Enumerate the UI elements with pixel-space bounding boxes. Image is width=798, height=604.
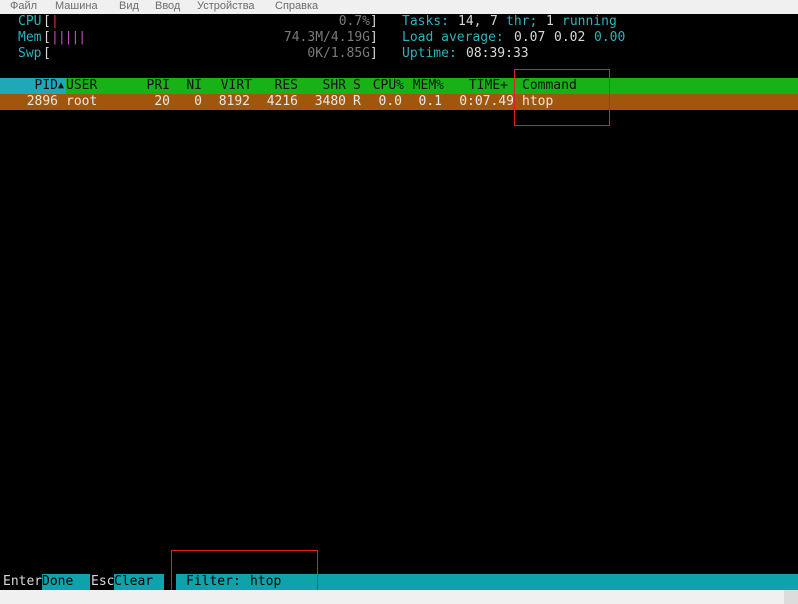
mem-bar: ||||| bbox=[51, 30, 86, 45]
horizontal-scrollbar[interactable] bbox=[0, 590, 784, 604]
tasks-count: 14, bbox=[458, 14, 482, 29]
mem-open-bracket: [ bbox=[43, 30, 51, 45]
swp-label: Swp bbox=[18, 46, 42, 61]
row-res: 4216 bbox=[266, 94, 298, 109]
cpu-open-bracket: [ bbox=[43, 14, 51, 29]
load-5: 0.02 bbox=[554, 30, 586, 45]
menu-devices[interactable]: Устройства bbox=[197, 0, 255, 13]
row-time: 0:07.49 bbox=[459, 94, 514, 109]
swp-close-bracket: ] bbox=[370, 46, 378, 61]
menu-view[interactable]: Вид bbox=[119, 0, 139, 13]
col-ni[interactable]: NI bbox=[180, 78, 202, 94]
col-shr[interactable]: SHR bbox=[310, 78, 346, 94]
mem-close-bracket: ] bbox=[370, 30, 378, 45]
swp-value: 0K/1.85G bbox=[307, 46, 370, 61]
esc-key-label: Esc bbox=[91, 574, 115, 590]
col-pid[interactable]: PID bbox=[26, 78, 58, 94]
tasks-label: Tasks: bbox=[402, 14, 449, 29]
command-highlight-box bbox=[514, 69, 610, 126]
col-cpu[interactable]: CPU% bbox=[368, 78, 404, 94]
load-15: 0.00 bbox=[594, 30, 626, 45]
process-table-header: PID ▲ USER PRI NI VIRT RES SHR S CPU% ME… bbox=[0, 78, 798, 94]
thr-count: 7 bbox=[490, 14, 498, 29]
col-state[interactable]: S bbox=[353, 78, 361, 94]
done-button[interactable]: Done bbox=[42, 574, 90, 590]
cpu-close-bracket: ] bbox=[370, 14, 378, 29]
menu-machine[interactable]: Машина bbox=[55, 0, 98, 13]
cpu-label: CPU bbox=[18, 14, 42, 29]
mem-label: Mem bbox=[18, 30, 42, 45]
menu-file[interactable]: Файл bbox=[10, 0, 37, 13]
row-user: root bbox=[66, 94, 98, 109]
enter-key-label: Enter bbox=[3, 574, 43, 590]
cpu-bar: | bbox=[51, 14, 59, 29]
thr-label: thr; bbox=[506, 14, 538, 29]
col-mem[interactable]: MEM% bbox=[408, 78, 444, 94]
tasks-line: Tasks: 14, 7 thr; 1 running bbox=[402, 14, 798, 30]
clear-button[interactable]: Clear bbox=[114, 574, 164, 590]
menu-bar: Файл Машина Вид Ввод Устройства Справка bbox=[0, 0, 798, 14]
swp-open-bracket: [ bbox=[43, 46, 51, 61]
table-row[interactable]: 2896 root 20 0 8192 4216 3480 R 0.0 0.1 … bbox=[0, 94, 798, 110]
load-label: Load average: bbox=[402, 30, 504, 45]
load-line: Load average: 0.07 0.02 0.00 bbox=[402, 30, 798, 46]
col-res[interactable]: RES bbox=[262, 78, 298, 94]
uptime-value: 08:39:33 bbox=[466, 46, 529, 61]
scrollbar-corner bbox=[784, 590, 798, 604]
load-1: 0.07 bbox=[514, 30, 546, 45]
row-pri: 20 bbox=[154, 94, 170, 109]
cpu-value: 0.7% bbox=[338, 14, 370, 29]
row-mem: 0.1 bbox=[418, 94, 442, 109]
mem-value: 74.3M/4.19G bbox=[283, 30, 370, 45]
row-shr: 3480 bbox=[314, 94, 346, 109]
row-pid: 2896 bbox=[26, 94, 58, 109]
running-count: 1 bbox=[546, 14, 554, 29]
row-ni: 0 bbox=[194, 94, 202, 109]
col-time[interactable]: TIME+ bbox=[452, 78, 508, 94]
row-cpu: 0.0 bbox=[378, 94, 402, 109]
col-virt[interactable]: VIRT bbox=[212, 78, 252, 94]
terminal-window[interactable]: CPU [ | 0.7% ] Mem [ ||||| 74.3M/4.19G ]… bbox=[0, 14, 798, 604]
row-virt: 8192 bbox=[218, 94, 250, 109]
menu-input[interactable]: Ввод bbox=[155, 0, 180, 13]
uptime-line: Uptime: 08:39:33 bbox=[402, 46, 798, 62]
col-user[interactable]: USER bbox=[66, 78, 97, 94]
row-state: R bbox=[353, 94, 361, 109]
menu-help[interactable]: Справка bbox=[275, 0, 318, 13]
col-pri[interactable]: PRI bbox=[140, 78, 170, 94]
sort-arrow-icon: ▲ bbox=[58, 80, 65, 91]
running-label: running bbox=[562, 14, 617, 29]
uptime-label: Uptime: bbox=[402, 46, 457, 61]
function-bar: Enter Done Esc Clear Filter: htop bbox=[0, 574, 798, 590]
